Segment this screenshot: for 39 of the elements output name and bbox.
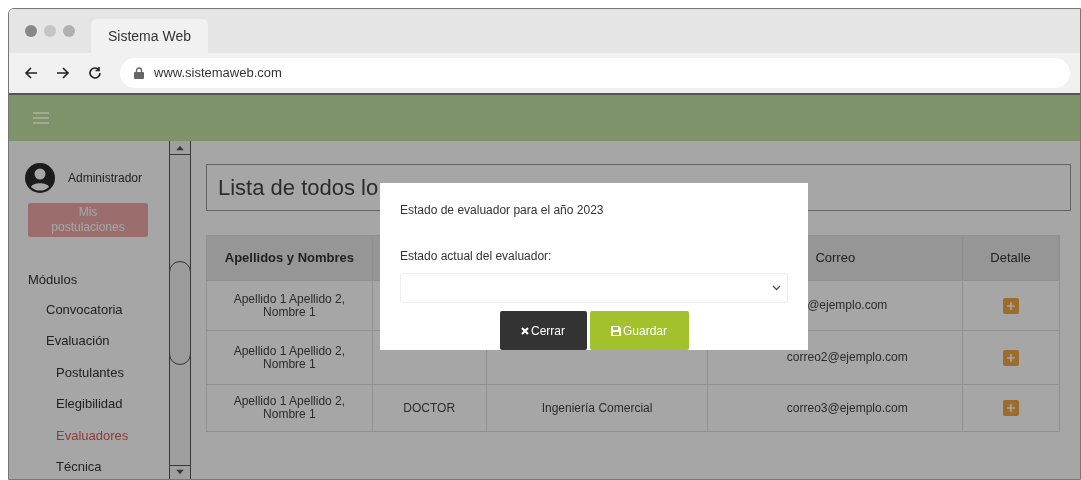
user-name: Administrador <box>68 170 143 187</box>
column-header: Correo <box>815 249 856 268</box>
sidebar-item[interactable]: Postulantes <box>9 356 169 388</box>
field-label: Estado actual del evaluador: <box>400 248 553 265</box>
chevron-down-icon <box>772 285 781 291</box>
window-control-icon[interactable] <box>63 25 75 37</box>
sidebar-item[interactable]: Elegibilidad <box>9 388 169 420</box>
browser-tab[interactable]: Sistema Web <box>91 19 208 53</box>
column-header: Apellidos y Nombres <box>224 249 355 268</box>
table-cell-text: Apellido 1 Apellido 2, Nombre 1 <box>232 292 347 319</box>
add-icon[interactable] <box>1003 349 1020 366</box>
back-arrow-icon[interactable] <box>24 66 38 80</box>
window-control-icon[interactable] <box>25 25 37 37</box>
page-title: Lista de todos lo <box>218 174 379 202</box>
table-cell-text: @ejemplo.com <box>806 299 888 312</box>
address-bar[interactable]: www.sistemaweb.com <box>120 58 1070 88</box>
sidebar-item[interactable]: Técnica <box>9 451 169 479</box>
table-cell-text: Apellido 1 Apellido 2, Nombre 1 <box>232 344 347 371</box>
add-icon[interactable] <box>1003 297 1020 314</box>
table-cell-text: correo3@ejemplo.com <box>785 401 908 415</box>
sidebar-item[interactable]: Evaluación <box>9 325 169 357</box>
sidebar-item[interactable]: Convocatoria <box>9 293 169 325</box>
close-button[interactable]: Cerrar <box>499 311 587 350</box>
table-cell-text: Apellido 1 Apellido 2, Nombre 1 <box>232 395 347 421</box>
dialog-title: Estado de evaluador para el año 2023 <box>400 202 605 219</box>
close-icon <box>521 326 529 335</box>
table-cell: DOCTOR <box>403 401 456 415</box>
url-text: www.sistemaweb.com <box>154 64 282 83</box>
column-header: Detalle <box>990 249 1031 268</box>
user-avatar-icon <box>25 163 55 193</box>
forward-arrow-icon[interactable] <box>56 66 70 80</box>
scrollbar[interactable] <box>169 141 191 479</box>
sidebar-section-title: Módulos <box>27 271 79 289</box>
table-cell: Ingeniería Comercial <box>541 401 653 415</box>
lock-icon <box>134 67 144 79</box>
menu-icon[interactable] <box>33 112 49 124</box>
reload-icon[interactable] <box>88 66 102 80</box>
add-icon[interactable] <box>1003 400 1020 416</box>
table-cell-text: correo2@ejemplo.com <box>785 351 908 364</box>
